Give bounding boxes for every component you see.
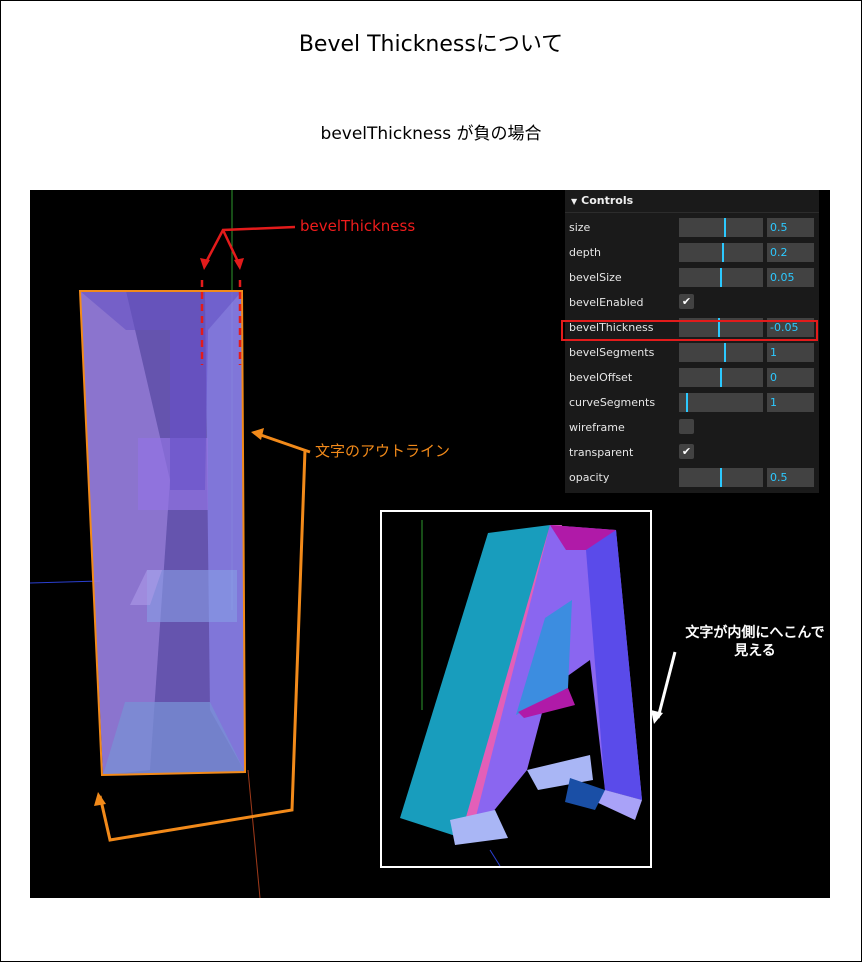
controls-header-label: Controls (581, 194, 634, 207)
controls-header[interactable]: ▼ Controls (565, 190, 819, 213)
opacity-slider[interactable] (679, 468, 763, 487)
size-slider[interactable] (679, 218, 763, 237)
control-row-curvesegments: curveSegments 1 (565, 390, 819, 415)
control-row-beveloffset: bevelOffset 0 (565, 365, 819, 390)
control-label: bevelEnabled (569, 296, 644, 309)
control-row-bevelsegments: bevelSegments 1 (565, 340, 819, 365)
axis-blue-line (30, 580, 101, 584)
checkmark-icon: ✔ (681, 445, 692, 458)
3d-viewport[interactable]: bevelThickness 文字のアウトライン 文字が内側にへこんで見える ▼… (30, 190, 830, 898)
curvesegments-value-input[interactable]: 1 (767, 393, 814, 412)
slider-knob[interactable] (686, 393, 688, 412)
control-row-transparent: transparent ✔ (565, 440, 819, 465)
control-label: depth (569, 246, 602, 259)
bevelsize-value-input[interactable]: 0.05 (767, 268, 814, 287)
bevelenabled-checkbox[interactable]: ✔ (679, 294, 694, 309)
controls-panel: ▼ Controls size 0.5 depth 0.2 bevelSize 0.05 be… (565, 190, 819, 493)
control-label: bevelSize (569, 271, 622, 284)
curvesegments-slider[interactable] (679, 393, 763, 412)
axis-red-line (247, 769, 261, 898)
control-row-bevelsize: bevelSize 0.05 (565, 265, 819, 290)
control-label: size (569, 221, 591, 234)
control-label: curveSegments (569, 396, 656, 409)
control-row-depth: depth 0.2 (565, 240, 819, 265)
control-row-bevelenabled: bevelEnabled ✔ (565, 290, 819, 315)
control-label: bevelOffset (569, 371, 633, 384)
bevel-thickness-annotation: bevelThickness (300, 217, 416, 235)
bevel-thickness-highlight-box (561, 320, 818, 341)
chevron-down-icon: ▼ (571, 197, 578, 206)
slider-knob[interactable] (724, 343, 726, 362)
beveloffset-value-input[interactable]: 0 (767, 368, 814, 387)
letter-a-inset-frame (380, 510, 652, 868)
checkmark-icon: ✔ (681, 295, 692, 308)
wireframe-checkbox[interactable] (679, 419, 694, 434)
control-label: wireframe (569, 421, 625, 434)
slider-knob[interactable] (722, 243, 724, 262)
beveloffset-slider[interactable] (679, 368, 763, 387)
control-row-opacity: opacity 0.5 (565, 465, 819, 490)
opacity-value-input[interactable]: 0.5 (767, 468, 814, 487)
size-value-input[interactable]: 0.5 (767, 218, 814, 237)
depth-slider[interactable] (679, 243, 763, 262)
concave-callout (651, 651, 677, 724)
slider-knob[interactable] (724, 218, 726, 237)
slider-knob[interactable] (720, 368, 722, 387)
translucent-letter (80, 291, 245, 775)
outline-annotation: 文字のアウトライン (315, 442, 451, 460)
bevelsegments-slider[interactable] (679, 343, 763, 362)
bevelsegments-value-input[interactable]: 1 (767, 343, 814, 362)
control-label: opacity (569, 471, 610, 484)
page-title: Bevel Thicknessについて (298, 32, 564, 57)
slider-knob[interactable] (720, 468, 722, 487)
concave-annotation: 文字が内側にへこんで見える (685, 625, 825, 659)
slider-knob[interactable] (720, 268, 722, 287)
control-label: transparent (569, 446, 634, 459)
bevelsize-slider[interactable] (679, 268, 763, 287)
depth-value-input[interactable]: 0.2 (767, 243, 814, 262)
control-row-wireframe: wireframe (565, 415, 819, 440)
control-row-size: size 0.5 (565, 215, 819, 240)
page-subtitle: bevelThickness が負の場合 (320, 124, 542, 144)
transparent-checkbox[interactable]: ✔ (679, 444, 694, 459)
control-label: bevelSegments (569, 346, 655, 359)
